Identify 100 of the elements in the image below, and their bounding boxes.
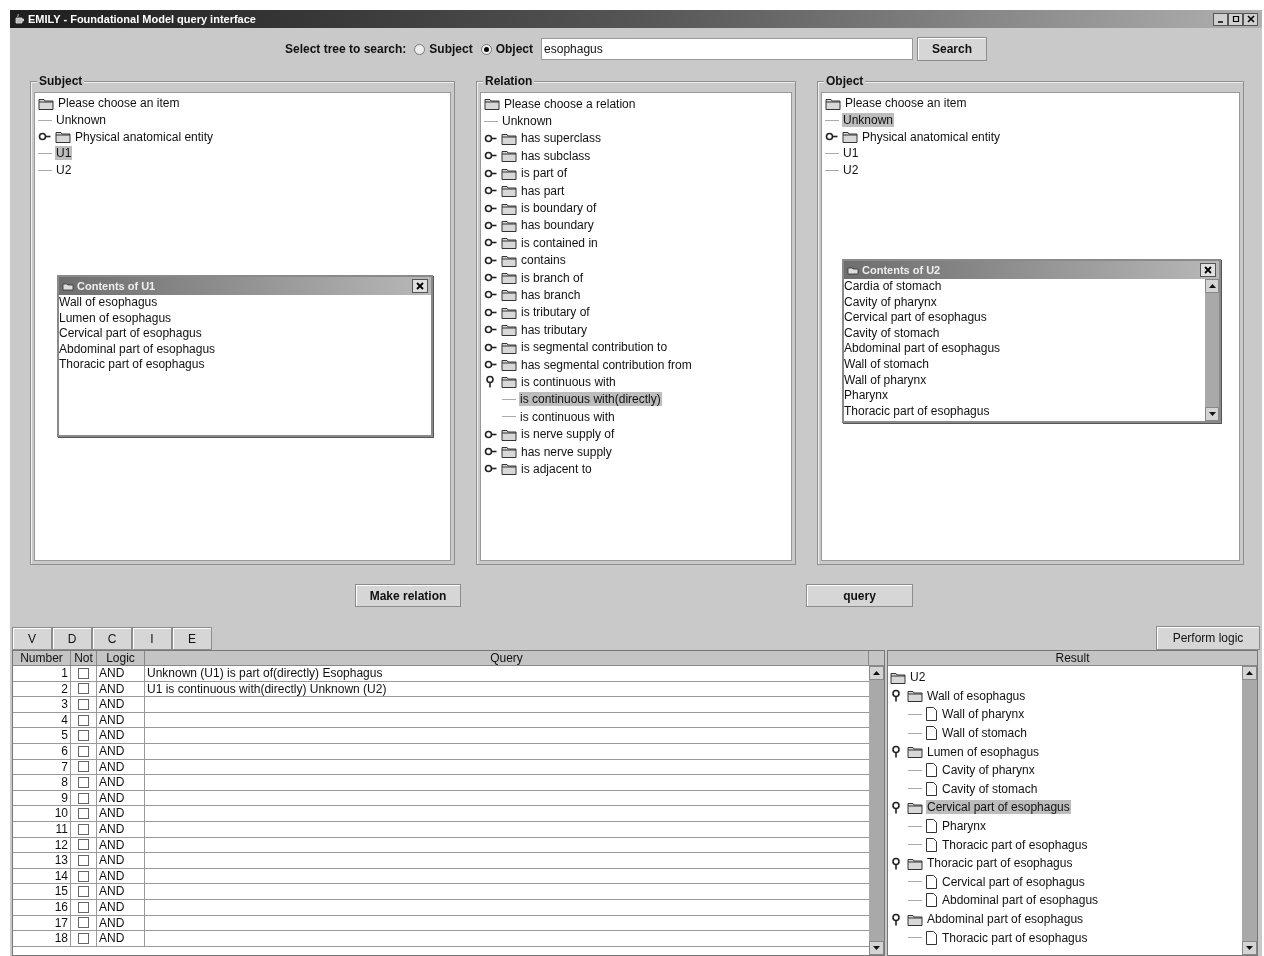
tree-item[interactable]: has part	[520, 183, 566, 198]
checkbox[interactable]	[78, 699, 89, 710]
checkbox[interactable]	[78, 886, 89, 898]
scrollbar[interactable]	[1242, 666, 1257, 955]
checkbox[interactable]	[78, 854, 89, 866]
tree-item[interactable]: has branch	[520, 288, 582, 302]
scroll-up-button[interactable]	[869, 666, 884, 680]
checkbox[interactable]	[78, 870, 89, 882]
tree-item[interactable]: Abdominal part of esophagus	[941, 893, 1100, 908]
tree-item[interactable]: has superclass	[520, 131, 603, 146]
checkbox[interactable]	[78, 901, 89, 913]
checkbox[interactable]	[78, 808, 89, 820]
tree-item[interactable]: Unknown	[501, 114, 554, 129]
list-item[interactable]: Thoracic part of esophagus	[59, 357, 431, 373]
toolbar-button[interactable]: C	[92, 627, 132, 650]
list-item[interactable]: Lumen of esophagus	[59, 310, 431, 327]
checkbox[interactable]	[78, 761, 89, 773]
list-item[interactable]: Thoracic part of esophagus	[844, 403, 1205, 420]
checkbox[interactable]	[78, 745, 89, 757]
tree-item[interactable]: Cavity of pharynx	[941, 763, 1036, 778]
list-item[interactable]: Pharynx	[844, 388, 1205, 404]
tree-item[interactable]: Cervical part of esophagus	[926, 800, 1071, 815]
maximize-button[interactable]	[1228, 12, 1243, 26]
tree-item[interactable]: U2	[909, 670, 927, 685]
tree-item[interactable]: Please choose an item	[844, 96, 968, 111]
perform-logic-button[interactable]: Perform logic	[1156, 626, 1260, 650]
scroll-down-button[interactable]	[869, 941, 884, 955]
scroll-down-button[interactable]	[1205, 407, 1219, 421]
checkbox[interactable]	[78, 839, 89, 851]
tree-item[interactable]: Thoracic part of esophagus	[941, 837, 1089, 852]
tree-item[interactable]: has segmental contribution from	[520, 357, 693, 372]
list-item[interactable]: Cavity of pharynx	[844, 294, 1205, 311]
close-button[interactable]	[412, 279, 428, 293]
tree-item[interactable]: Unknown	[842, 113, 895, 128]
tree-item[interactable]: Lumen of esophagus	[926, 744, 1041, 759]
tree-item[interactable]: Please choose a relation	[503, 96, 637, 111]
tree-item[interactable]: U2	[55, 163, 73, 178]
tree-item[interactable]: Abdominal part of esophagus	[926, 912, 1085, 926]
tree-item[interactable]: is contained in	[520, 235, 599, 250]
tree-item[interactable]: Physical anatomical entity	[861, 129, 1002, 144]
tree-item[interactable]: is branch of	[520, 270, 585, 285]
tree-item[interactable]: Wall of pharynx	[941, 707, 1026, 722]
tree-item[interactable]: is nerve supply of	[520, 427, 616, 442]
list-item[interactable]: Cervical part of esophagus	[844, 310, 1205, 326]
checkbox[interactable]	[78, 730, 89, 742]
tree-item[interactable]: Cavity of stomach	[941, 781, 1039, 796]
list-item[interactable]: Wall of pharynx	[844, 372, 1205, 389]
radio-button[interactable]	[480, 43, 492, 55]
checkbox[interactable]	[78, 932, 89, 944]
tree-item[interactable]: is segmental contribution to	[520, 340, 669, 355]
list-item[interactable]: Wall of esophagus	[59, 295, 431, 311]
checkbox[interactable]	[78, 667, 89, 679]
scrollbar[interactable]	[869, 666, 884, 955]
checkbox[interactable]	[78, 776, 89, 788]
scroll-down-button[interactable]	[1242, 941, 1257, 955]
toolbar-button[interactable]: E	[172, 627, 212, 650]
tree-item[interactable]: is tributary of	[520, 305, 591, 320]
radio-option[interactable]: Object	[480, 40, 534, 58]
tree-item[interactable]: is boundary of	[520, 201, 598, 216]
close-button[interactable]	[1200, 263, 1216, 277]
radio-option[interactable]: Subject	[414, 40, 473, 58]
tree-item[interactable]: contains	[520, 253, 567, 268]
tree-item[interactable]: U2	[842, 163, 860, 178]
list-item[interactable]: Wall of stomach	[844, 356, 1205, 373]
tree-item[interactable]: Please choose an item	[57, 96, 181, 111]
query-button[interactable]: query	[806, 584, 913, 607]
tree-item[interactable]: Thoracic part of esophagus	[926, 856, 1074, 871]
tree-item[interactable]: Physical anatomical entity	[74, 129, 215, 144]
minimize-button[interactable]	[1213, 12, 1228, 26]
tree-item[interactable]: has boundary	[520, 218, 595, 233]
toolbar-button[interactable]: I	[132, 627, 172, 650]
tree-item[interactable]: has nerve supply	[520, 444, 613, 459]
tree-item[interactable]: is continuous with	[520, 374, 617, 389]
tree-item[interactable]: Wall of esophagus	[926, 688, 1027, 703]
scroll-up-button[interactable]	[1205, 279, 1219, 293]
tree-item[interactable]: is continuous with	[519, 409, 616, 424]
tree-item[interactable]: has tributary	[520, 322, 589, 337]
scroll-up-button[interactable]	[1242, 666, 1257, 680]
checkbox[interactable]	[78, 683, 89, 695]
tree-item[interactable]: Wall of stomach	[941, 726, 1028, 741]
toolbar-button[interactable]: V	[12, 627, 52, 650]
checkbox[interactable]	[78, 917, 89, 929]
list-item[interactable]: Cardia of stomach	[844, 279, 1205, 295]
tree-item[interactable]: Thoracic part of esophagus	[941, 930, 1089, 945]
checkbox[interactable]	[78, 714, 89, 726]
tree-item[interactable]: Unknown	[55, 113, 108, 128]
tree-item[interactable]: U1	[842, 146, 860, 161]
toolbar-button[interactable]: D	[52, 627, 92, 650]
list-item[interactable]: Cavity of stomach	[844, 325, 1205, 342]
tree-item[interactable]: is part of	[520, 166, 569, 181]
search-field[interactable]: esophagus	[541, 38, 914, 60]
list-item[interactable]: Abdominal part of esophagus	[844, 341, 1205, 357]
tree-item[interactable]: is adjacent to	[520, 461, 593, 476]
tree-item[interactable]: Cervical part of esophagus	[941, 874, 1086, 889]
list-item[interactable]: Abdominal part of esophagus	[59, 341, 431, 358]
list-item[interactable]: Cervical part of esophagus	[59, 326, 431, 342]
close-button[interactable]	[1243, 12, 1258, 26]
radio-button[interactable]	[414, 43, 426, 55]
scrollbar[interactable]	[1205, 279, 1219, 421]
collapsed-key-icon[interactable]	[484, 445, 498, 458]
